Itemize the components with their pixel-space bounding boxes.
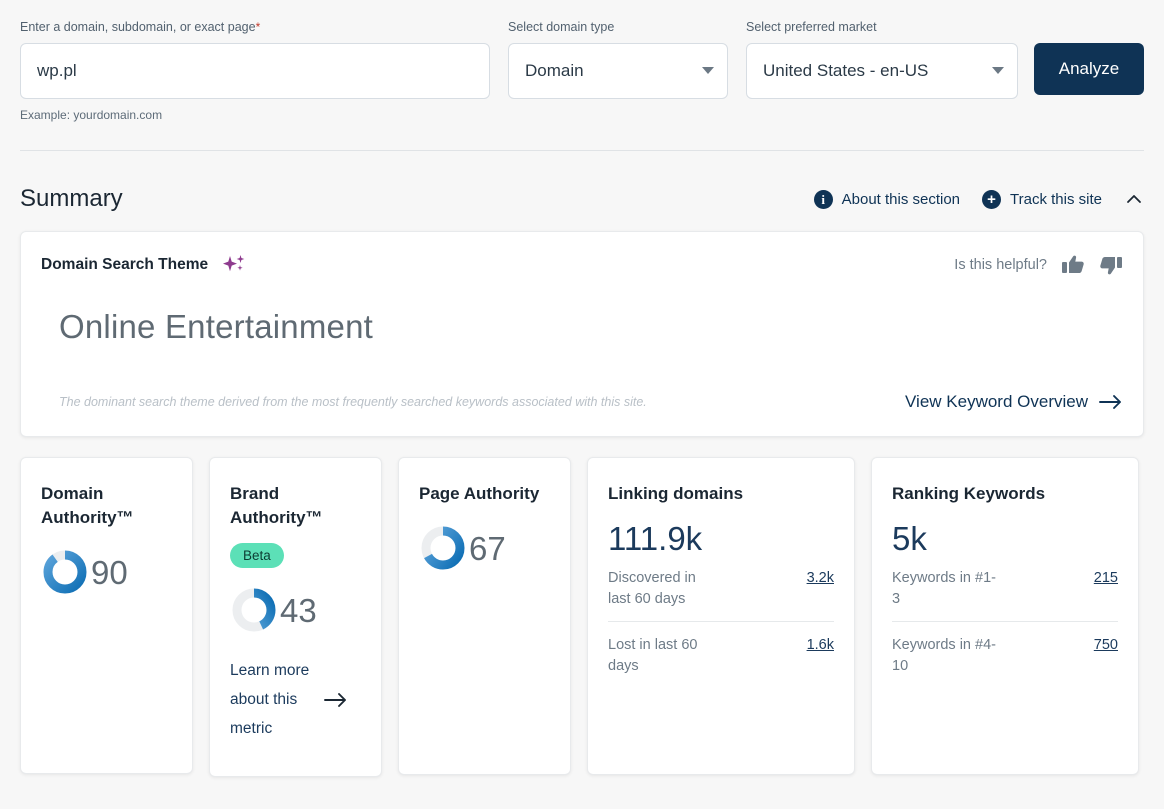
theme-description: The dominant search theme derived from t… xyxy=(59,395,647,409)
domain-authority-value: 90 xyxy=(91,553,128,591)
summary-actions: i About this section + Track this site xyxy=(813,189,1144,209)
page-authority-value: 67 xyxy=(469,529,506,567)
search-toolbar: Enter a domain, subdomain, or exact page… xyxy=(0,0,1164,122)
chevron-down-icon[interactable] xyxy=(702,67,714,74)
brand-authority-donut-icon xyxy=(232,588,276,632)
domain-type-label: Select domain type xyxy=(508,20,615,34)
page-authority-title: Page Authority xyxy=(419,484,540,503)
page-authority-score: 67 xyxy=(419,524,550,572)
market-value: United States - en-US xyxy=(763,61,929,80)
beta-badge: Beta xyxy=(230,543,284,568)
theme-card-header: Domain Search Theme Is this helpful? xyxy=(41,254,1123,276)
summary-header: Summary i About this section + Track thi… xyxy=(0,179,1164,219)
track-this-site-label: Track this site xyxy=(1010,190,1102,208)
market-label: Select preferred market xyxy=(746,20,877,34)
plus-circle-icon: + xyxy=(982,189,1002,209)
linking-domains-card: Linking domains 111.9k Discovered in las… xyxy=(587,457,855,775)
linking-domains-title: Linking domains xyxy=(608,484,744,503)
domain-field-group: Enter a domain, subdomain, or exact page… xyxy=(20,20,490,122)
learn-more-label: Learn more about this metric xyxy=(230,662,310,737)
market-select-wrap: United States - en-US xyxy=(746,43,1018,99)
linking-domains-value: 111.9k xyxy=(608,520,703,557)
ranking-keywords-row: Keywords in #1-3 215 xyxy=(892,555,1118,621)
ai-sparkle-icon xyxy=(222,254,248,276)
linking-domains-row: Discovered in last 60 days 3.2k xyxy=(608,555,834,621)
row-label: Keywords in #1-3 xyxy=(892,570,996,607)
thumbs-down-icon[interactable] xyxy=(1099,254,1123,276)
domain-input-label: Enter a domain, subdomain, or exact page… xyxy=(20,20,490,34)
domain-search-theme-card: Domain Search Theme Is this helpful? Onl… xyxy=(20,231,1144,437)
brand-authority-card: Brand Authority™ Beta 43 Learn more abou… xyxy=(209,457,382,777)
about-this-section-label: About this section xyxy=(841,190,961,208)
track-this-site-button[interactable]: + Track this site xyxy=(982,189,1102,209)
row-label: Discovered in last 60 days xyxy=(608,570,696,607)
row-label: Keywords in #4-10 xyxy=(892,637,996,674)
metric-cards-row: Domain Authority™ 90 Brand Authority™ Be… xyxy=(0,457,1164,777)
view-keyword-overview-link[interactable]: View Keyword Overview xyxy=(905,392,1123,412)
domain-input-label-text: Enter a domain, subdomain, or exact page xyxy=(20,20,256,34)
info-circle-icon: i xyxy=(813,189,833,209)
header-divider xyxy=(20,150,1144,151)
required-asterisk: * xyxy=(255,20,261,34)
arrow-right-icon xyxy=(324,692,346,707)
row-value[interactable]: 750 xyxy=(1094,635,1118,656)
domain-input[interactable] xyxy=(20,43,490,99)
chevron-down-icon[interactable] xyxy=(992,67,1004,74)
domain-type-select[interactable]: Domain xyxy=(508,43,728,99)
thumbs-up-icon[interactable] xyxy=(1061,254,1085,276)
row-value[interactable]: 1.6k xyxy=(807,635,834,656)
feedback-group: Is this helpful? xyxy=(954,254,1123,276)
market-group: Select preferred market United States - … xyxy=(746,20,1018,99)
ranking-keywords-card: Ranking Keywords 5k Keywords in #1-3 215… xyxy=(871,457,1139,775)
row-value[interactable]: 3.2k xyxy=(807,568,834,589)
domain-input-helper: Example: yourdomain.com xyxy=(20,108,163,122)
arrow-right-icon xyxy=(1099,395,1121,409)
theme-title: Online Entertainment xyxy=(59,308,374,345)
learn-more-link[interactable]: Learn more about this metric xyxy=(230,656,361,743)
linking-domains-row: Lost in last 60 days 1.6k xyxy=(608,621,834,688)
row-value[interactable]: 215 xyxy=(1094,568,1118,589)
ranking-keywords-row: Keywords in #4-10 750 xyxy=(892,621,1118,688)
page-title: Summary xyxy=(20,185,123,212)
domain-type-group: Select domain type Domain xyxy=(508,20,728,99)
domain-authority-title: Domain Authority™ xyxy=(41,484,134,527)
domain-authority-score: 90 xyxy=(41,548,172,596)
page-authority-card: Page Authority 67 xyxy=(398,457,571,775)
ranking-keywords-title: Ranking Keywords xyxy=(892,484,1046,503)
brand-authority-title: Brand Authority™ xyxy=(230,484,323,527)
view-keyword-overview-label: View Keyword Overview xyxy=(905,392,1088,411)
brand-authority-value: 43 xyxy=(280,591,317,629)
chevron-up-icon[interactable] xyxy=(1124,189,1144,209)
feedback-question: Is this helpful? xyxy=(954,257,1047,273)
domain-authority-donut-icon xyxy=(43,550,87,594)
domain-type-value: Domain xyxy=(525,61,584,80)
domain-authority-card: Domain Authority™ 90 xyxy=(20,457,193,774)
about-this-section-button[interactable]: i About this section xyxy=(813,189,961,209)
theme-kicker-label: Domain Search Theme xyxy=(41,256,209,273)
market-select[interactable]: United States - en-US xyxy=(746,43,1018,99)
analyze-button[interactable]: Analyze xyxy=(1034,43,1144,95)
row-label: Lost in last 60 days xyxy=(608,637,698,674)
theme-card-footer: The dominant search theme derived from t… xyxy=(59,392,1123,412)
brand-authority-score: 43 xyxy=(230,586,361,634)
page-authority-donut-icon xyxy=(421,526,465,570)
domain-type-select-wrap: Domain xyxy=(508,43,728,99)
ranking-keywords-value: 5k xyxy=(892,520,927,557)
